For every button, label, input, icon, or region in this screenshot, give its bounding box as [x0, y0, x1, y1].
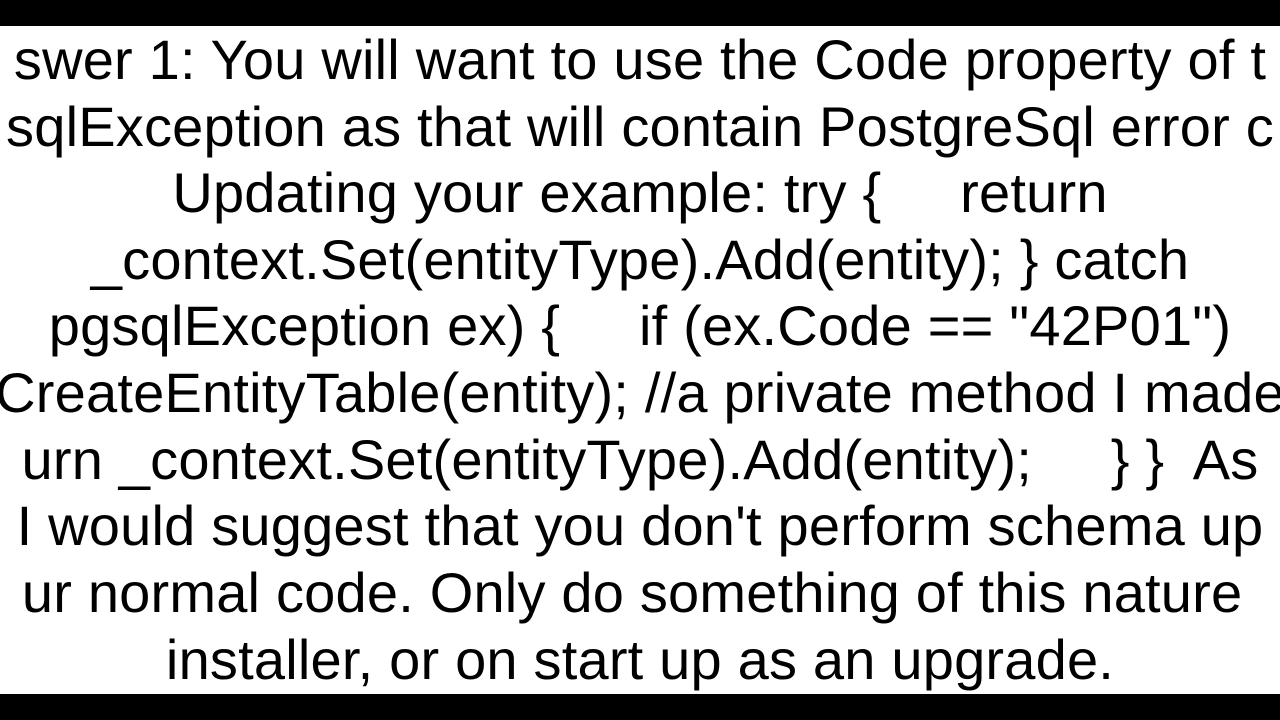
- line-8: I would suggest that you don't perform s…: [17, 494, 1264, 557]
- line-3: Updating your example: try { return: [172, 161, 1107, 224]
- line-1: swer 1: You will want to use the Code pr…: [14, 28, 1266, 91]
- line-5: pgsqlException ex) { if (ex.Code == "42P…: [49, 294, 1231, 357]
- line-4: _context.Set(entityType).Add(entity); } …: [91, 228, 1189, 291]
- page: swer 1: You will want to use the Code pr…: [0, 0, 1280, 720]
- line-9: ur normal code. Only do something of thi…: [22, 561, 1258, 624]
- line-2: sqlException as that will contain Postgr…: [6, 95, 1274, 158]
- line-7: urn _context.Set(entityType).Add(entity)…: [22, 428, 1259, 491]
- line-10: installer, or on start up as an upgrade.: [166, 628, 1114, 691]
- content-band: swer 1: You will want to use the Code pr…: [0, 26, 1280, 694]
- line-6: CreateEntityTable(entity); //a private m…: [0, 361, 1280, 424]
- answer-text: swer 1: You will want to use the Code pr…: [0, 26, 1280, 694]
